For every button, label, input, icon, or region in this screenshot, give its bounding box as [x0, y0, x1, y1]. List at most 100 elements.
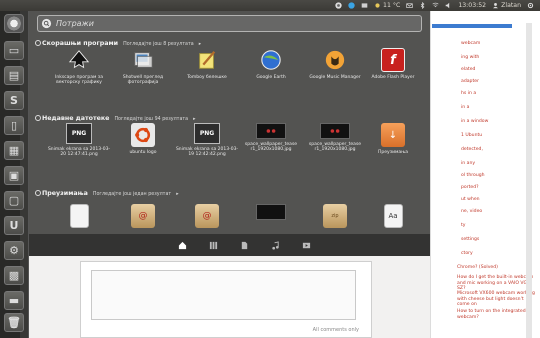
home-lens-icon[interactable] — [178, 241, 187, 250]
mail-icon[interactable] — [406, 2, 413, 9]
wallpaper-thumb-icon — [320, 123, 350, 139]
file-tile[interactable]: space_wallpaper_tease r1_1920x1080.jpg — [239, 123, 303, 152]
launcher-item-software-center[interactable]: S — [4, 91, 24, 110]
app-label: Adobe Flash Player — [371, 75, 415, 80]
dash-overlay: Скорашњи програми Погледајте још 8 резул… — [29, 11, 430, 256]
search-icon — [41, 18, 52, 29]
document-icon: ▯ — [10, 119, 18, 132]
comment-box-area: All comments only — [80, 261, 372, 338]
launcher-item-workspaces[interactable]: ▩ — [4, 266, 24, 285]
spreadsheet-icon: ▦ — [8, 144, 20, 157]
document-file-icon — [69, 204, 89, 228]
bluetooth-icon[interactable] — [419, 2, 426, 9]
tomboy-notes-icon — [195, 48, 219, 72]
temperature-label: 11 °C — [383, 2, 401, 9]
search-input[interactable] — [52, 19, 352, 28]
launcher-item-drive[interactable]: ▬ — [4, 291, 24, 310]
launcher-item-app2[interactable]: ▢ — [4, 191, 24, 210]
wallpaper-thumb-icon — [256, 123, 286, 139]
ubuntu-one-icon: U — [9, 219, 19, 232]
downloads-more-link[interactable]: Погледајте још један резултат — [93, 192, 171, 197]
app-tile-flash-player[interactable]: f Adobe Flash Player — [361, 48, 425, 80]
comment-footer: All comments only — [312, 327, 359, 333]
file-label: Snimak ekrana sa 2013-03-20 12:47:41.png — [47, 147, 111, 158]
downloads-title: Преузимања — [35, 189, 88, 197]
inkscape-icon — [67, 48, 91, 72]
volume-icon[interactable] — [445, 2, 452, 9]
video-lens-icon[interactable] — [302, 241, 311, 250]
file-tile[interactable]: ubuntu logo — [111, 123, 175, 155]
download-tile[interactable] — [47, 204, 111, 228]
sidebar-link[interactable]: How do I get the built-in webcam and mic… — [457, 275, 537, 292]
zip-archive-icon: zip — [323, 204, 347, 228]
chrome-icon[interactable] — [335, 2, 342, 9]
png-file-icon: PNG — [66, 123, 92, 144]
dash-home-button[interactable] — [4, 14, 24, 33]
expand-arrow-icon[interactable]: ▸ — [199, 42, 201, 47]
launcher-item-files[interactable]: ▭ — [4, 41, 24, 60]
sidebar-link[interactable]: Chrome? (Solved) — [457, 265, 537, 271]
related-links-sidebar: webcam ing with elated adapter hs in a in a in… — [430, 11, 540, 338]
download-tile[interactable]: zip — [303, 204, 367, 228]
dash-search-bar[interactable] — [37, 15, 422, 32]
files-lens-icon[interactable] — [240, 241, 249, 250]
recent-apps-grid: Inkscape програм за векторску графику Sh… — [35, 48, 425, 98]
recent-apps-title: Скорашњи програми — [35, 39, 118, 47]
debian-package-icon: @ — [131, 204, 155, 228]
app-tile-inkscape[interactable]: Inkscape програм за векторску графику — [47, 48, 111, 85]
applications-lens-icon[interactable] — [209, 241, 218, 250]
file-label: space_wallpaper_tease r1_1920x1080.jpg — [244, 142, 298, 153]
debian-package-icon: @ — [195, 204, 219, 228]
expand-arrow-icon[interactable]: ▸ — [193, 117, 195, 122]
ubuntu-logo-icon — [131, 123, 155, 147]
app-tile-shotwell[interactable]: Shotwell преглед фотографија — [111, 48, 175, 85]
clock[interactable]: 13:03:52 — [458, 2, 486, 9]
launcher-item-document[interactable]: ▯ — [4, 116, 24, 135]
launcher-item-ubuntu-one[interactable]: U — [4, 216, 24, 235]
app-label: Google Music Manager — [309, 75, 361, 80]
launcher-item-settings[interactable]: ⚙ — [4, 241, 24, 260]
download-tile[interactable]: @ — [175, 204, 239, 228]
download-icon — [35, 190, 41, 196]
app-tile-google-music-manager[interactable]: Google Music Manager — [303, 48, 367, 80]
launcher: ▭ ▤ S ▯ ▦ ▣ ▢ U ⚙ ▩ ▬ 🗑 — [0, 11, 29, 338]
app-tile-tomboy[interactable]: Tomboy белешке — [175, 48, 239, 80]
recent-files-section: Недавне датотеке Погледајте још 94 резул… — [35, 114, 425, 173]
launcher-item-spreadsheet[interactable]: ▦ — [4, 141, 24, 160]
file-tile[interactable]: PNG Snimak ekrana sa 2013-03-20 12:47:41… — [47, 123, 111, 157]
comment-textarea[interactable] — [91, 270, 356, 320]
skype-icon[interactable] — [348, 2, 355, 9]
file-tile[interactable]: PNG Snimak ekrana sa 2013-03-19 12:42:42… — [175, 123, 239, 157]
sidebar-link[interactable]: How to turn on the integrated webcam? — [457, 309, 537, 320]
file-tile[interactable]: space_wallpaper_tease r1_1920x1080.jpg — [303, 123, 367, 152]
presentation-icon: ▣ — [8, 169, 20, 182]
app-label: Shotwell преглед фотографија — [122, 75, 164, 86]
download-tile[interactable]: Aa — [361, 204, 425, 228]
recent-apps-more-link[interactable]: Погледајте још 8 резултата — [123, 42, 194, 47]
launcher-item-app1[interactable]: ▤ — [4, 66, 24, 85]
recent-files-grid: PNG Snimak ekrana sa 2013-03-20 12:47:41… — [35, 123, 425, 173]
launcher-item-trash[interactable]: 🗑 — [4, 313, 24, 332]
launcher-item-presentation[interactable]: ▣ — [4, 166, 24, 185]
download-tile[interactable]: @ — [111, 204, 175, 228]
expand-arrow-icon[interactable]: ▸ — [176, 192, 178, 197]
shotwell-icon — [131, 48, 155, 72]
browser-scrollbar[interactable] — [526, 23, 532, 338]
file-tile[interactable]: ↓ Преузимања — [361, 123, 425, 155]
file-label: Snimak ekrana sa 2013-03-19 12:42:42.png — [175, 147, 239, 158]
png-file-icon: PNG — [194, 123, 220, 144]
font-file-icon: Aa — [383, 204, 403, 228]
power-gear-icon[interactable] — [527, 2, 534, 9]
app-tile-google-earth[interactable]: Google Earth — [239, 48, 303, 80]
dropbox-icon[interactable] — [361, 2, 368, 9]
download-tile[interactable] — [239, 204, 303, 220]
recent-apps-section: Скорашњи програми Погледајте још 8 резул… — [35, 39, 425, 98]
recent-files-more-link[interactable]: Погледајте још 94 резултата — [114, 117, 188, 122]
workspaces-icon: ▩ — [8, 269, 20, 282]
music-lens-icon[interactable] — [271, 240, 280, 250]
user-menu[interactable]: Zlatan — [492, 2, 521, 9]
recent-files-title: Недавне датотеке — [35, 114, 109, 122]
network-icon[interactable] — [432, 2, 439, 9]
sidebar-link[interactable]: Microsoft VX600 webcam working with chee… — [457, 291, 537, 308]
weather-indicator[interactable]: 11 °C — [374, 2, 400, 9]
